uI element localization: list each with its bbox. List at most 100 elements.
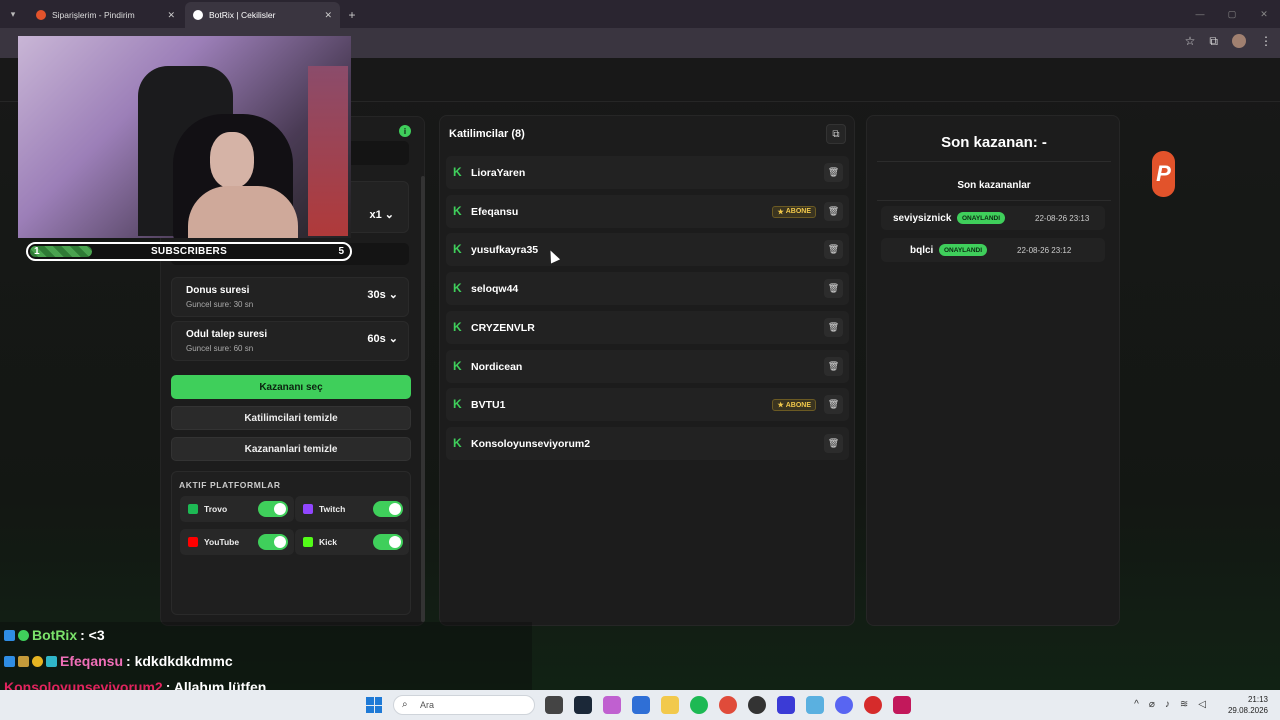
subscriber-badge: ★ ABONE [772, 399, 816, 412]
verified-badge-icon [18, 629, 29, 641]
menu-icon[interactable]: ⋮ [1260, 34, 1272, 49]
chat-overlay: BotRix : <3 Efeqansu : kdkdkdkdmmc Konso… [0, 622, 532, 695]
claim-time-row: Odul talep suresi Guncel sure: 60 sn 60s… [171, 321, 409, 361]
copy-icon[interactable]: ⧉ [826, 124, 846, 144]
badge-label: ABONE [785, 208, 811, 216]
youtube-toggle[interactable] [258, 534, 288, 550]
pindirim-favicon-icon [36, 10, 46, 20]
participant-name: CRYZENVLR [471, 321, 535, 334]
streamer-face [210, 132, 254, 188]
chat-text: : <3 [80, 627, 105, 643]
trash-icon[interactable]: 🗑 [824, 395, 843, 415]
app-icon[interactable] [777, 696, 795, 714]
close-icon[interactable]: ✕ [324, 10, 332, 21]
store-icon[interactable] [632, 696, 650, 714]
recent-winners-heading: Son kazananlar [957, 180, 1031, 191]
select-value: 30s [367, 289, 386, 301]
trash-icon[interactable]: 🗑 [824, 279, 843, 299]
close-window-icon[interactable]: ✕ [1248, 0, 1280, 28]
clock-date: 29.08.2026 [1227, 706, 1268, 715]
volume-icon[interactable]: ◁ [1198, 699, 1206, 710]
bookmark-star-icon[interactable]: ☆ [1185, 34, 1196, 49]
row-subtitle: Guncel sure: 60 sn [186, 344, 254, 353]
maximize-icon[interactable]: ▢ [1216, 0, 1248, 28]
kick-icon: K [453, 165, 462, 179]
goal-label: SUBSCRIBERS [150, 246, 228, 257]
cooldown-row: Donus suresi Guncel sure: 30 sn 30s ⌄ [171, 277, 409, 317]
participant-name: Nordicean [471, 360, 523, 373]
kick-icon: K [453, 358, 462, 373]
spotify-icon[interactable] [690, 696, 708, 714]
multiplier-select[interactable]: x1 ⌄ [369, 208, 394, 221]
trash-icon[interactable]: 🗑 [824, 317, 843, 337]
cooldown-select[interactable]: 30s ⌄ [367, 288, 398, 301]
tab-botrix[interactable]: BotRix | Cekilisler ✕ [185, 2, 340, 28]
trash-icon[interactable]: 🗑 [824, 356, 843, 376]
kick-toggle[interactable] [373, 534, 403, 550]
task-view-icon[interactable] [545, 696, 563, 714]
copilot-icon[interactable] [603, 696, 621, 714]
minimize-icon[interactable]: — [1184, 0, 1216, 28]
participant-row: K CRYZENVLR 🗑 [446, 310, 849, 344]
winners-panel: Son kazanan: - Son kazananlar seviysizni… [866, 115, 1120, 626]
profile-avatar[interactable] [1232, 34, 1246, 48]
trash-icon[interactable]: 🗑 [824, 433, 843, 453]
participant-name: yusufkayra35 [471, 244, 539, 257]
kick-icon: K [453, 397, 462, 412]
platform-label: Kick [319, 537, 337, 547]
browser-tab-bar: ▾ Siparişlerim - Pindirim ✕ BotRix | Cek… [0, 0, 1280, 28]
network-icon[interactable]: ⌀ [1149, 699, 1155, 710]
settings-scrollbar[interactable] [421, 176, 425, 622]
close-icon[interactable]: ✕ [167, 10, 175, 21]
goal-target: 5 [338, 246, 344, 257]
file-explorer-icon[interactable] [661, 696, 679, 714]
chat-username: Efeqansu [60, 653, 124, 669]
trovo-toggle[interactable] [258, 501, 288, 517]
kick-icon: K [453, 435, 462, 450]
mic-icon[interactable]: ♪ [1165, 699, 1170, 710]
obs-icon[interactable] [748, 696, 766, 714]
steam-icon[interactable] [574, 696, 592, 714]
winner-row: bqlci ONAYLANDI 22-08-26 23:12 [881, 238, 1105, 262]
chevron-up-icon[interactable]: ^ [1134, 699, 1139, 710]
star-icon: ★ [777, 402, 784, 410]
new-tab-button[interactable]: + [340, 2, 364, 28]
app-icon[interactable] [893, 696, 911, 714]
trash-icon[interactable]: 🗑 [824, 201, 843, 221]
platforms-heading: AKTIF PLATFORMLAR [179, 480, 281, 490]
webcam-overlay [18, 36, 351, 238]
divider [877, 200, 1111, 201]
youtube-icon [188, 537, 198, 547]
platform-label: Twitch [319, 504, 346, 514]
subscribers-goal-bar: 1 SUBSCRIBERS 5 [26, 242, 352, 261]
tab-title: Siparişlerim - Pindirim [52, 10, 135, 20]
tab-pindirim[interactable]: Siparişlerim - Pindirim ✕ [28, 2, 183, 28]
taskbar-clock[interactable]: 21:13 29.08.2026 [1228, 694, 1268, 716]
info-icon[interactable]: i [399, 125, 411, 137]
twitch-toggle[interactable] [373, 501, 403, 517]
discord-icon[interactable] [835, 696, 853, 714]
row-subtitle: Guncel sure: 30 sn [186, 300, 254, 309]
trash-icon[interactable]: 🗑 [824, 240, 843, 260]
tab-search-icon[interactable]: ▾ [0, 0, 26, 28]
clear-participants-button[interactable]: Katilimcilari temizle [171, 406, 411, 430]
settings-gear-icon[interactable] [806, 696, 824, 714]
pick-winner-button[interactable]: Kazananı seç [171, 375, 411, 399]
participant-row: K Efeqansu ★ ABONE 🗑 [446, 194, 849, 228]
chrome-icon[interactable] [719, 696, 737, 714]
participant-row: K Konsoloyunseviyorum2 🗑 [446, 426, 849, 460]
botrix-favicon-icon [193, 10, 203, 20]
windows-start-icon[interactable] [366, 697, 382, 713]
clear-winners-button[interactable]: Kazananlari temizle [171, 437, 411, 461]
divider [877, 161, 1111, 162]
star-icon: ★ [777, 208, 784, 216]
extensions-icon[interactable]: ⧉ [1209, 34, 1218, 49]
record-icon[interactable] [864, 696, 882, 714]
participant-name: LioraYaren [471, 167, 526, 179]
taskbar-search[interactable]: ⌕ Ara [393, 695, 535, 715]
wifi-icon[interactable]: ≋ [1180, 699, 1188, 710]
claim-time-select[interactable]: 60s ⌄ [367, 332, 398, 345]
system-tray: ^ ⌀ ♪ ≋ ◁ [1134, 699, 1206, 710]
trash-icon[interactable]: 🗑 [824, 163, 843, 182]
last-winner-title: Son kazanan: - [941, 134, 1047, 151]
